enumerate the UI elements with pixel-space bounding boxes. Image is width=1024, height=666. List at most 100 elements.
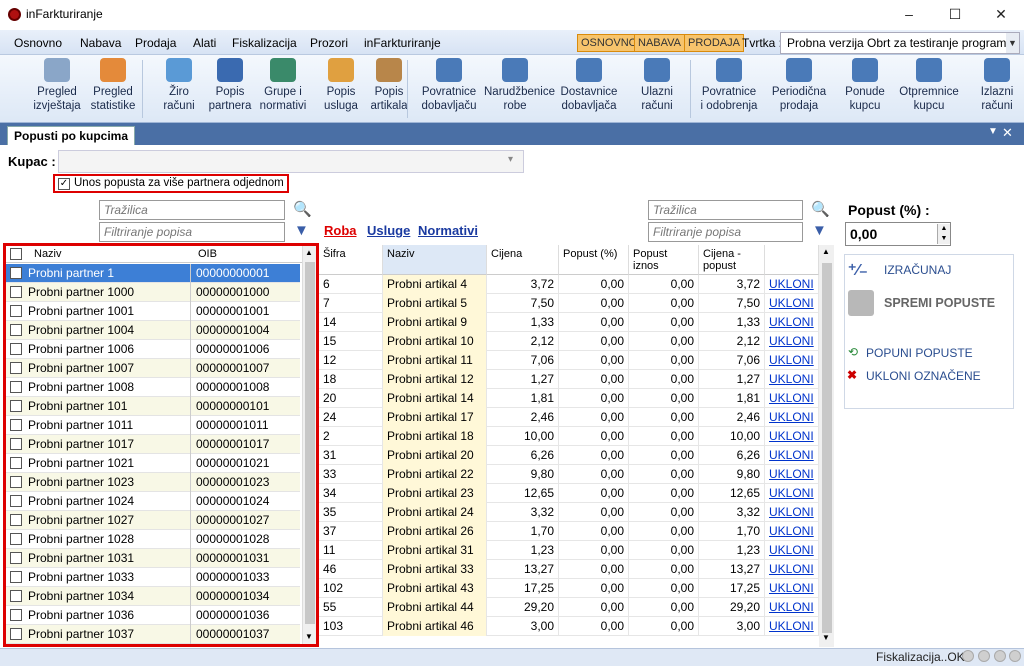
izracunaj-button[interactable]: IZRAČUNAJ bbox=[884, 263, 951, 277]
column-popust-iznos[interactable]: Popust iznos bbox=[629, 245, 699, 275]
list-item[interactable]: Probni partner 1033 00000001033 bbox=[6, 568, 300, 587]
list-item[interactable]: Probni partner 1031 00000001031 bbox=[6, 549, 300, 568]
ukloni-link[interactable]: UKLONI bbox=[765, 332, 819, 351]
ribbon-button[interactable]: Povratnice dobavljaču bbox=[418, 58, 480, 113]
list-item[interactable]: Probni partner 1011 00000001011 bbox=[6, 416, 300, 435]
cell-popust-iznos[interactable]: 0,00 bbox=[629, 484, 699, 503]
tab-menu-icon[interactable]: ▼ bbox=[988, 126, 998, 137]
chevron-down-icon[interactable]: ▼ bbox=[1006, 33, 1019, 53]
table-row[interactable]: 15 Probni artikal 10 2,12 0,00 0,00 2,12 UKLON… bbox=[319, 332, 819, 351]
tab-close-icon[interactable]: ✕ bbox=[1002, 125, 1013, 141]
row-checkbox[interactable] bbox=[10, 457, 22, 469]
table-row[interactable]: 20 Probni artikal 14 1,81 0,00 0,00 1,81 UKLON… bbox=[319, 389, 819, 408]
cell-popust-postotak[interactable]: 0,00 bbox=[559, 351, 629, 370]
column-cijena[interactable]: Cijena bbox=[487, 245, 559, 275]
ribbon-button[interactable]: Pregled izvještaja bbox=[26, 58, 88, 113]
scroll-thumb[interactable] bbox=[305, 262, 315, 624]
ukloni-link[interactable]: UKLONI bbox=[765, 484, 819, 503]
ukloni-link[interactable]: UKLONI bbox=[765, 351, 819, 370]
cell-popust-postotak[interactable]: 0,00 bbox=[559, 332, 629, 351]
subtab-normativi[interactable]: Normativi bbox=[418, 223, 478, 238]
popust-input[interactable]: 0,00 bbox=[845, 222, 951, 246]
row-checkbox[interactable] bbox=[10, 324, 22, 336]
cell-popust-postotak[interactable]: 0,00 bbox=[559, 579, 629, 598]
table-row[interactable]: 7 Probni artikal 5 7,50 0,00 0,00 7,50 UKLONI bbox=[319, 294, 819, 313]
cell-popust-iznos[interactable]: 0,00 bbox=[629, 560, 699, 579]
scroll-up-icon[interactable]: ▲ bbox=[822, 247, 830, 256]
ribbon-button[interactable]: Povratnice i odobrenja bbox=[698, 58, 760, 113]
ukloni-link[interactable]: UKLONI bbox=[765, 579, 819, 598]
cell-popust-postotak[interactable]: 0,00 bbox=[559, 446, 629, 465]
chevron-down-icon[interactable]: ▾ bbox=[508, 154, 513, 165]
menu-osnovno[interactable]: Osnovno bbox=[14, 36, 62, 50]
select-all-checkbox[interactable] bbox=[10, 248, 22, 260]
row-checkbox[interactable] bbox=[10, 609, 22, 621]
cell-popust-iznos[interactable]: 0,00 bbox=[629, 370, 699, 389]
cell-popust-iznos[interactable]: 0,00 bbox=[629, 389, 699, 408]
table-row[interactable]: 33 Probni artikal 22 9,80 0,00 0,00 9,80 UKLON… bbox=[319, 465, 819, 484]
cell-popust-iznos[interactable]: 0,00 bbox=[629, 617, 699, 636]
spremi-popuste-button[interactable]: SPREMI POPUSTE bbox=[884, 296, 995, 310]
scroll-down-icon[interactable]: ▼ bbox=[305, 632, 313, 641]
table-row[interactable]: 14 Probni artikal 9 1,33 0,00 0,00 1,33 UKLONI bbox=[319, 313, 819, 332]
row-checkbox[interactable] bbox=[10, 438, 22, 450]
list-item[interactable]: Probni partner 1027 00000001027 bbox=[6, 511, 300, 530]
scroll-thumb[interactable] bbox=[822, 263, 832, 633]
ukloni-link[interactable]: UKLONI bbox=[765, 522, 819, 541]
kupac-select[interactable] bbox=[58, 150, 524, 173]
cell-popust-iznos[interactable]: 0,00 bbox=[629, 522, 699, 541]
cell-popust-iznos[interactable]: 0,00 bbox=[629, 503, 699, 522]
cell-popust-iznos[interactable]: 0,00 bbox=[629, 294, 699, 313]
table-row[interactable]: 24 Probni artikal 17 2,46 0,00 0,00 2,46 UKLON… bbox=[319, 408, 819, 427]
row-checkbox[interactable] bbox=[10, 590, 22, 602]
column-sifra[interactable]: Šifra bbox=[319, 245, 383, 275]
column-oib[interactable]: OIB bbox=[198, 248, 217, 260]
cell-popust-postotak[interactable]: 0,00 bbox=[559, 370, 629, 389]
search-icon[interactable]: 🔍 bbox=[293, 200, 312, 218]
menu-infarkturiranje[interactable]: inFarkturiranje bbox=[364, 36, 441, 50]
cell-popust-postotak[interactable]: 0,00 bbox=[559, 427, 629, 446]
right-filter-input[interactable]: Filtriranje popisa bbox=[648, 222, 803, 242]
menu-prozori[interactable]: Prozori bbox=[310, 36, 348, 50]
row-checkbox[interactable] bbox=[10, 267, 22, 279]
list-item[interactable]: Probni partner 1017 00000001017 bbox=[6, 435, 300, 454]
row-checkbox[interactable] bbox=[10, 419, 22, 431]
mode-prodaja-button[interactable]: PRODAJA bbox=[684, 34, 744, 52]
cell-popust-postotak[interactable]: 0,00 bbox=[559, 617, 629, 636]
list-item[interactable]: Probni partner 1024 00000001024 bbox=[6, 492, 300, 511]
ribbon-button[interactable]: Periodična prodaja bbox=[768, 58, 830, 113]
ribbon-button[interactable]: Dostavnice dobavljača bbox=[558, 58, 620, 113]
ukloni-link[interactable]: UKLONI bbox=[765, 617, 819, 636]
row-checkbox[interactable] bbox=[10, 533, 22, 545]
tab-popusti-po-kupcima[interactable]: Popusti po kupcima bbox=[7, 126, 135, 145]
popust-stepper[interactable]: ▲ ▼ bbox=[937, 224, 950, 244]
ukloni-link[interactable]: UKLONI bbox=[765, 560, 819, 579]
ribbon-button[interactable]: Pregled statistike bbox=[82, 58, 144, 113]
ribbon-button[interactable]: Izlazni računi bbox=[966, 58, 1024, 113]
table-row[interactable]: 37 Probni artikal 26 1,70 0,00 0,00 1,70 UKLON… bbox=[319, 522, 819, 541]
ukloni-link[interactable]: UKLONI bbox=[765, 465, 819, 484]
subtab-usluge[interactable]: Usluge bbox=[367, 223, 410, 238]
cell-popust-postotak[interactable]: 0,00 bbox=[559, 560, 629, 579]
mode-nabava-button[interactable]: NABAVA bbox=[634, 34, 685, 52]
row-checkbox[interactable] bbox=[10, 628, 22, 640]
list-item[interactable]: Probni partner 1004 00000001004 bbox=[6, 321, 300, 340]
row-checkbox[interactable] bbox=[10, 343, 22, 355]
subtab-roba[interactable]: Roba bbox=[324, 223, 357, 238]
partner-list-scrollbar[interactable]: ▲ ▼ bbox=[302, 246, 316, 644]
ukloni-link[interactable]: UKLONI bbox=[765, 446, 819, 465]
cell-popust-postotak[interactable]: 0,00 bbox=[559, 294, 629, 313]
cell-popust-postotak[interactable]: 0,00 bbox=[559, 541, 629, 560]
table-row[interactable]: 46 Probni artikal 33 13,27 0,00 0,00 13,27 UKL… bbox=[319, 560, 819, 579]
list-item[interactable]: Probni partner 1008 00000001008 bbox=[6, 378, 300, 397]
column-naziv[interactable]: Naziv bbox=[383, 245, 487, 275]
ukloni-link[interactable]: UKLONI bbox=[765, 389, 819, 408]
table-row[interactable]: 103 Probni artikal 46 3,00 0,00 0,00 3,00 UKLO… bbox=[319, 617, 819, 636]
ukloni-link[interactable]: UKLONI bbox=[765, 427, 819, 446]
menu-prodaja[interactable]: Prodaja bbox=[135, 36, 176, 50]
popuni-popuste-button[interactable]: POPUNI POPUSTE bbox=[866, 346, 973, 360]
ribbon-button[interactable]: Otpremnice kupcu bbox=[898, 58, 960, 113]
cell-popust-iznos[interactable]: 0,00 bbox=[629, 465, 699, 484]
cell-popust-postotak[interactable]: 0,00 bbox=[559, 503, 629, 522]
cell-popust-postotak[interactable]: 0,00 bbox=[559, 389, 629, 408]
